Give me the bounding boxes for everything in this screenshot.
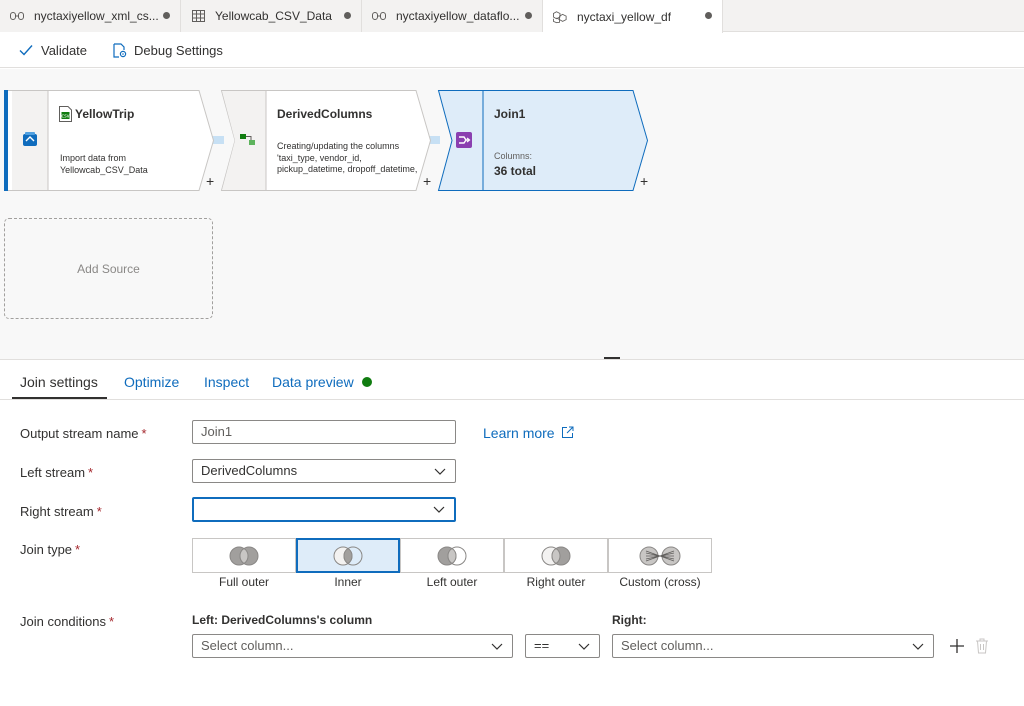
left-outer-join-icon — [437, 546, 467, 565]
checkmark-icon — [18, 42, 34, 58]
left-stream-value: DerivedColumns — [201, 463, 298, 478]
unsaved-dot-icon[interactable] — [525, 12, 532, 19]
external-link-icon — [561, 426, 575, 440]
learn-more-label: Learn more — [483, 425, 555, 441]
debug-settings-button[interactable]: Debug Settings — [111, 42, 223, 58]
table-icon — [191, 9, 205, 23]
inner-join-icon — [333, 546, 363, 565]
chevron-down-icon — [578, 643, 590, 650]
full-outer-join-icon — [229, 546, 259, 565]
right-column-header: Right: — [612, 613, 647, 627]
chevron-down-icon — [434, 468, 446, 475]
delete-condition-icon[interactable] — [975, 638, 991, 654]
node-description: Creating/updating the columns 'taxi_type… — [277, 141, 418, 174]
operator-select[interactable]: == — [525, 634, 600, 658]
left-column-select[interactable]: Select column... — [192, 634, 513, 658]
left-stream-label: Left stream * — [20, 465, 94, 480]
node-title: DerivedColumns — [277, 107, 373, 121]
active-tab-indicator — [12, 397, 107, 399]
join-conditions-label: Join conditions * — [20, 614, 115, 629]
join-type-label-left-outer: Left outer — [426, 575, 478, 589]
output-stream-input[interactable]: Join1 — [192, 420, 456, 444]
unsaved-dot-icon[interactable] — [705, 12, 712, 19]
debug-settings-icon — [111, 42, 127, 58]
join-icon — [455, 131, 473, 149]
dataflow-canvas[interactable]: csv YellowTrip Import data from Yellowca… — [0, 69, 1024, 359]
tab-label: nyctaxiyellow_dataflo... — [396, 9, 520, 23]
join-type-label: Join type * — [20, 542, 81, 557]
right-stream-label: Right stream * — [20, 504, 102, 519]
join-type-label-right-outer: Right outer — [526, 575, 586, 589]
tab-inspect[interactable]: Inspect — [204, 374, 249, 390]
node-title: YellowTrip — [75, 107, 135, 121]
tab-nyctaxiyellow-xml[interactable]: nyctaxiyellow_xml_cs... — [0, 0, 181, 32]
join-settings-panel: Join settings Optimize Inspect Data prev… — [0, 359, 1024, 706]
status-dot-icon — [362, 377, 372, 387]
add-transform-button[interactable]: + — [206, 173, 214, 189]
join-type-right-outer[interactable] — [504, 538, 608, 573]
left-stream-select[interactable]: DerivedColumns — [192, 459, 456, 483]
node-yellowtrip[interactable]: csv YellowTrip Import data from Yellowca… — [4, 90, 214, 191]
source-icon — [22, 131, 40, 149]
right-outer-join-icon — [541, 546, 571, 565]
dataflow-icon — [10, 9, 24, 23]
tab-label: nyctaxi_yellow_df — [577, 9, 672, 24]
validate-label: Validate — [41, 42, 88, 58]
output-stream-label: Output stream name * — [20, 426, 147, 441]
tab-data-preview[interactable]: Data preview — [272, 374, 354, 390]
tab-label: Yellowcab_CSV_Data — [215, 9, 332, 23]
tab-label: nyctaxiyellow_xml_cs... — [34, 9, 159, 23]
join-type-custom-cross[interactable] — [608, 538, 712, 573]
chevron-down-icon — [912, 643, 924, 650]
add-transform-button[interactable]: + — [640, 173, 648, 189]
operator-value: == — [534, 638, 550, 653]
node-join1[interactable]: Join1 Columns: 36 total + — [437, 90, 650, 191]
chevron-down-icon — [433, 506, 445, 513]
join-type-full-outer[interactable] — [192, 538, 296, 573]
join-type-label-inner: Inner — [334, 575, 362, 589]
join-type-label-full-outer: Full outer — [218, 575, 270, 589]
join-type-inner[interactable] — [296, 538, 400, 573]
panel-tabs: Join settings Optimize Inspect Data prev… — [0, 360, 1024, 400]
debug-settings-label: Debug Settings — [134, 42, 223, 58]
designer-toolbar: Validate Debug Settings — [0, 33, 1024, 68]
tab-nyctaxi-yellow-df[interactable]: nyctaxi_yellow_df — [543, 0, 723, 33]
unsaved-dot-icon[interactable] — [163, 12, 170, 19]
right-column-placeholder: Select column... — [621, 638, 714, 653]
validate-button[interactable]: Validate — [18, 42, 87, 58]
add-transform-button[interactable]: + — [423, 173, 431, 189]
derived-column-icon — [239, 132, 257, 150]
join-type-label-custom-cross: Custom (cross) — [619, 575, 701, 589]
node-columns-label: Columns: — [494, 151, 533, 161]
tab-join-settings[interactable]: Join settings — [20, 374, 98, 390]
dataflow-icon — [372, 9, 386, 23]
node-title: Join1 — [494, 107, 526, 121]
left-column-placeholder: Select column... — [201, 638, 294, 653]
tab-nyctaxiyellow-dataflow[interactable]: nyctaxiyellow_dataflo... — [362, 0, 543, 32]
add-source-label: Add Source — [77, 261, 140, 276]
node-description: Import data from Yellowcab_CSV_Data — [60, 153, 148, 175]
left-column-header: Left: DerivedColumns's column — [192, 613, 373, 627]
node-derivedcolumns[interactable]: DerivedColumns Creating/updating the col… — [220, 90, 431, 191]
svg-text:csv: csv — [61, 114, 69, 120]
dataflow-cubes-icon — [553, 10, 567, 24]
add-source-button[interactable]: Add Source — [4, 218, 213, 319]
tab-yellowcab-csv-data[interactable]: Yellowcab_CSV_Data — [181, 0, 362, 32]
node-columns-value: 36 total — [494, 164, 537, 178]
document-tab-bar: nyctaxiyellow_xml_cs... Yellowcab_CSV_Da… — [0, 0, 1024, 33]
chevron-down-icon — [491, 643, 503, 650]
join-type-left-outer[interactable] — [400, 538, 504, 573]
unsaved-dot-icon[interactable] — [344, 12, 351, 19]
right-stream-select[interactable] — [192, 497, 456, 522]
add-condition-icon[interactable] — [949, 638, 965, 654]
tab-optimize[interactable]: Optimize — [124, 374, 179, 390]
learn-more-link[interactable]: Learn more — [483, 425, 575, 441]
right-column-select[interactable]: Select column... — [612, 634, 934, 658]
cross-join-icon — [639, 546, 681, 565]
